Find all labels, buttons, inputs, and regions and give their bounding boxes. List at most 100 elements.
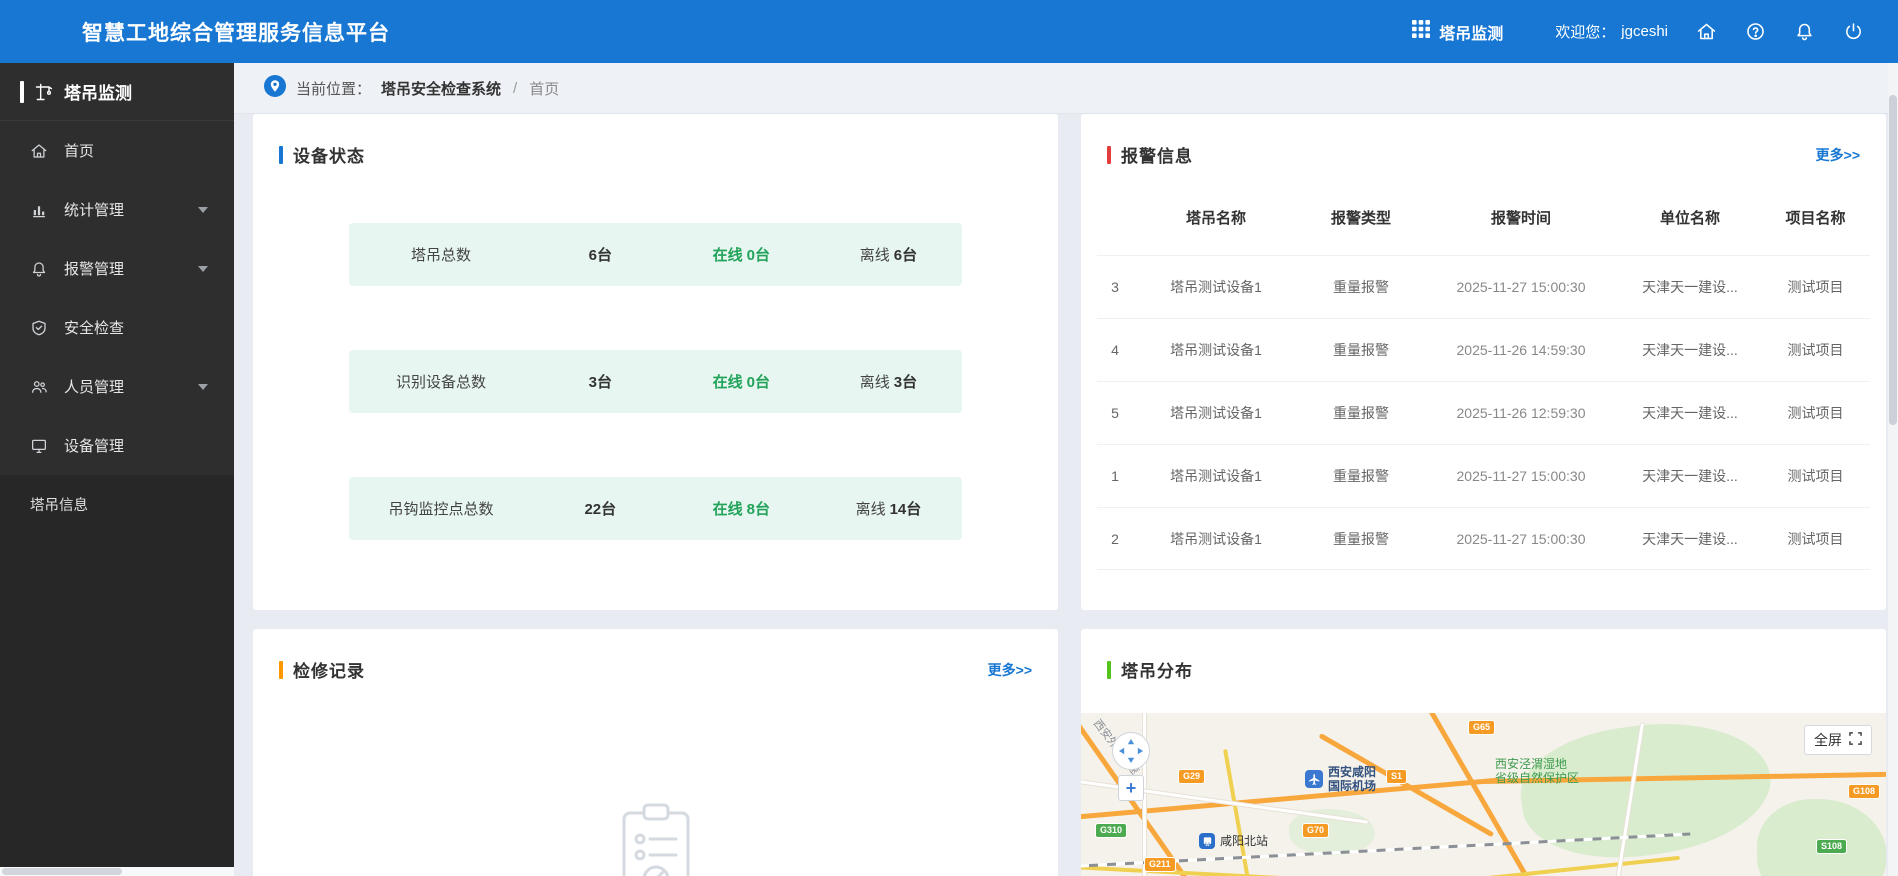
- chevron-down-icon: [198, 383, 208, 390]
- stat-total: 6台: [588, 247, 612, 264]
- alarm-table-row[interactable]: 5 塔吊测试设备1 重量报警 2025-11-26 12:59:30 天津天一建…: [1097, 381, 1870, 444]
- alarm-more-link[interactable]: 更多>>: [1816, 145, 1860, 165]
- stat-online: 在线 8台: [712, 501, 770, 518]
- sidebar-item-label: 报警管理: [64, 261, 125, 278]
- alarm-table-row[interactable]: 2 塔吊测试设备1 重量报警 2025-11-27 15:00:30 天津天一建…: [1097, 507, 1870, 570]
- empty-clipboard-icon: [613, 800, 699, 876]
- panel-title: 检修记录: [293, 662, 365, 681]
- stat-online: 在线 0台: [712, 247, 770, 264]
- road-badge: G108: [1849, 785, 1880, 798]
- empty-state: [253, 800, 1058, 876]
- panel-accent-bar: [279, 660, 283, 679]
- location-pin-icon: [264, 75, 286, 101]
- sidebar-item-personnel[interactable]: 人员管理: [0, 357, 234, 416]
- alarm-table-row[interactable]: 4 塔吊测试设备1 重量报警 2025-11-26 14:59:30 天津天一建…: [1097, 318, 1870, 381]
- column-header: 单位名称: [1659, 209, 1720, 227]
- stat-row-cranes: 塔吊总数 6台 在线 0台 离线 6台: [349, 223, 962, 286]
- crane-map-panel: 塔吊分布 G65 G29 S1 G70 G310 G108 S108 G211 …: [1081, 629, 1886, 876]
- stat-online: 在线 0台: [712, 374, 770, 391]
- alarm-table-header: 塔吊名称 报警类型 报警时间 单位名称 项目名称: [1097, 191, 1870, 243]
- sidebar-item-alarm[interactable]: 报警管理: [0, 239, 234, 298]
- panel-title: 报警信息: [1121, 147, 1193, 166]
- stat-row-hook-monitors: 吊钩监控点总数 22台 在线 8台 离线 14台: [349, 477, 962, 540]
- sidebar-item-label: 设备管理: [64, 438, 125, 455]
- map-label-wetland: 西安泾渭湿地 省级自然保护区: [1495, 757, 1580, 785]
- power-icon[interactable]: [1843, 21, 1864, 42]
- sidebar-item-label: 安全检查: [64, 320, 125, 337]
- breadcrumb: 当前位置： 塔吊安全检查系统 / 首页: [234, 63, 1898, 114]
- stat-total: 3台: [588, 374, 612, 391]
- train-icon: [1199, 833, 1215, 849]
- maintenance-panel: 检修记录 更多>>: [253, 629, 1058, 876]
- sidebar-item-label: 统计管理: [64, 202, 125, 219]
- alarm-table: 塔吊名称 报警类型 报警时间 单位名称 项目名称 3 塔吊测试设备1 重量报警 …: [1097, 191, 1870, 570]
- breadcrumb-separator: /: [513, 79, 518, 97]
- breadcrumb-system[interactable]: 塔吊安全检查系统: [381, 78, 501, 99]
- map-zoom-in-button[interactable]: +: [1118, 775, 1144, 801]
- horizontal-scrollbar-thumb[interactable]: [2, 868, 122, 875]
- app-switcher[interactable]: 塔吊监测: [1412, 20, 1503, 44]
- alarm-table-row[interactable]: 3 塔吊测试设备1 重量报警 2025-11-27 15:00:30 天津天一建…: [1097, 255, 1870, 318]
- chevron-down-icon: [198, 206, 208, 213]
- sidebar-title-label: 塔吊监测: [64, 84, 132, 103]
- vertical-scrollbar-thumb[interactable]: [1889, 95, 1897, 425]
- help-icon[interactable]: [1745, 21, 1766, 42]
- stat-offline: 离线 3台: [859, 374, 918, 391]
- road-badge: S1: [1387, 770, 1407, 783]
- dashboard-content: 设备状态 塔吊总数 6台 在线 0台 离线 6台 识别设备总数 3台 在线 0台 离线…: [234, 114, 1898, 876]
- sidebar-item-home[interactable]: 首页: [0, 121, 234, 180]
- stat-row-recognition-devices: 识别设备总数 3台 在线 0台 离线 3台: [349, 350, 962, 413]
- road-badge: G70: [1303, 824, 1329, 837]
- stat-label: 识别设备总数: [395, 374, 486, 391]
- map-road: [1081, 865, 1431, 876]
- welcome-prefix: 欢迎您：: [1555, 24, 1616, 41]
- sidebar-item-statistics[interactable]: 统计管理: [0, 180, 234, 239]
- column-header: 报警时间: [1490, 209, 1551, 227]
- sidebar-title: 塔吊监测: [0, 63, 234, 121]
- sidebar: 塔吊监测 首页 统计管理 报警管理 安全检查 人员管理 设备管理 塔吊信息: [0, 63, 234, 876]
- username: jgceshi: [1621, 23, 1668, 40]
- stat-label: 塔吊总数: [410, 247, 471, 264]
- sidebar-item-safety-check[interactable]: 安全检查: [0, 298, 234, 357]
- stats-icon: [30, 201, 48, 219]
- road-badge: G29: [1179, 770, 1205, 783]
- road-badge: G65: [1469, 721, 1495, 734]
- alarm-table-row[interactable]: 1 塔吊测试设备1 重量报警 2025-11-27 15:00:30 天津天一建…: [1097, 444, 1870, 507]
- chevron-down-icon: [198, 265, 208, 272]
- home-icon[interactable]: [1696, 21, 1717, 42]
- stat-offline: 离线 14台: [855, 501, 922, 518]
- map-green-area: [1513, 713, 1779, 872]
- sidebar-menu: 首页 统计管理 报警管理 安全检查 人员管理 设备管理: [0, 121, 234, 475]
- panel-title: 塔吊分布: [1121, 662, 1193, 681]
- tower-crane-icon: [34, 82, 54, 102]
- title-accent-bar: [20, 80, 24, 103]
- grid-apps-icon: [1412, 20, 1431, 43]
- stat-offline: 离线 6台: [859, 247, 918, 264]
- breadcrumb-prefix: 当前位置：: [296, 80, 372, 98]
- maintenance-more-link[interactable]: 更多>>: [988, 660, 1032, 680]
- map-label-airport: 西安咸阳 国际机场: [1305, 765, 1376, 793]
- sidebar-item-device[interactable]: 设备管理: [0, 416, 234, 475]
- panel-accent-bar: [1107, 145, 1111, 164]
- map-label-station: 咸阳北站: [1199, 833, 1268, 849]
- platform-title: 智慧工地综合管理服务信息平台: [82, 21, 390, 45]
- road-badge: G310: [1096, 824, 1127, 837]
- bell-icon[interactable]: [1794, 21, 1815, 42]
- sidebar-submenu: 塔吊信息: [0, 475, 234, 876]
- people-icon: [30, 378, 48, 396]
- home-icon: [30, 142, 48, 160]
- vertical-scrollbar[interactable]: [1888, 63, 1898, 876]
- column-header: 塔吊名称: [1185, 209, 1246, 227]
- horizontal-scrollbar[interactable]: [0, 867, 234, 876]
- panel-title: 设备状态: [293, 147, 365, 166]
- panel-accent-bar: [279, 145, 283, 164]
- map-green-area: [1757, 799, 1886, 876]
- map-fullscreen-button[interactable]: 全屏: [1804, 725, 1872, 755]
- sidebar-item-label: 首页: [64, 143, 95, 160]
- welcome-text: 欢迎您： jgceshi: [1555, 21, 1668, 42]
- map-compass-control[interactable]: [1111, 731, 1151, 776]
- map-canvas[interactable]: G65 G29 S1 G70 G310 G108 S108 G211 西安外环高…: [1081, 713, 1886, 876]
- road-badge: S108: [1817, 840, 1847, 853]
- sidebar-subitem-crane-info[interactable]: 塔吊信息: [0, 475, 234, 533]
- column-header: 项目名称: [1785, 209, 1846, 227]
